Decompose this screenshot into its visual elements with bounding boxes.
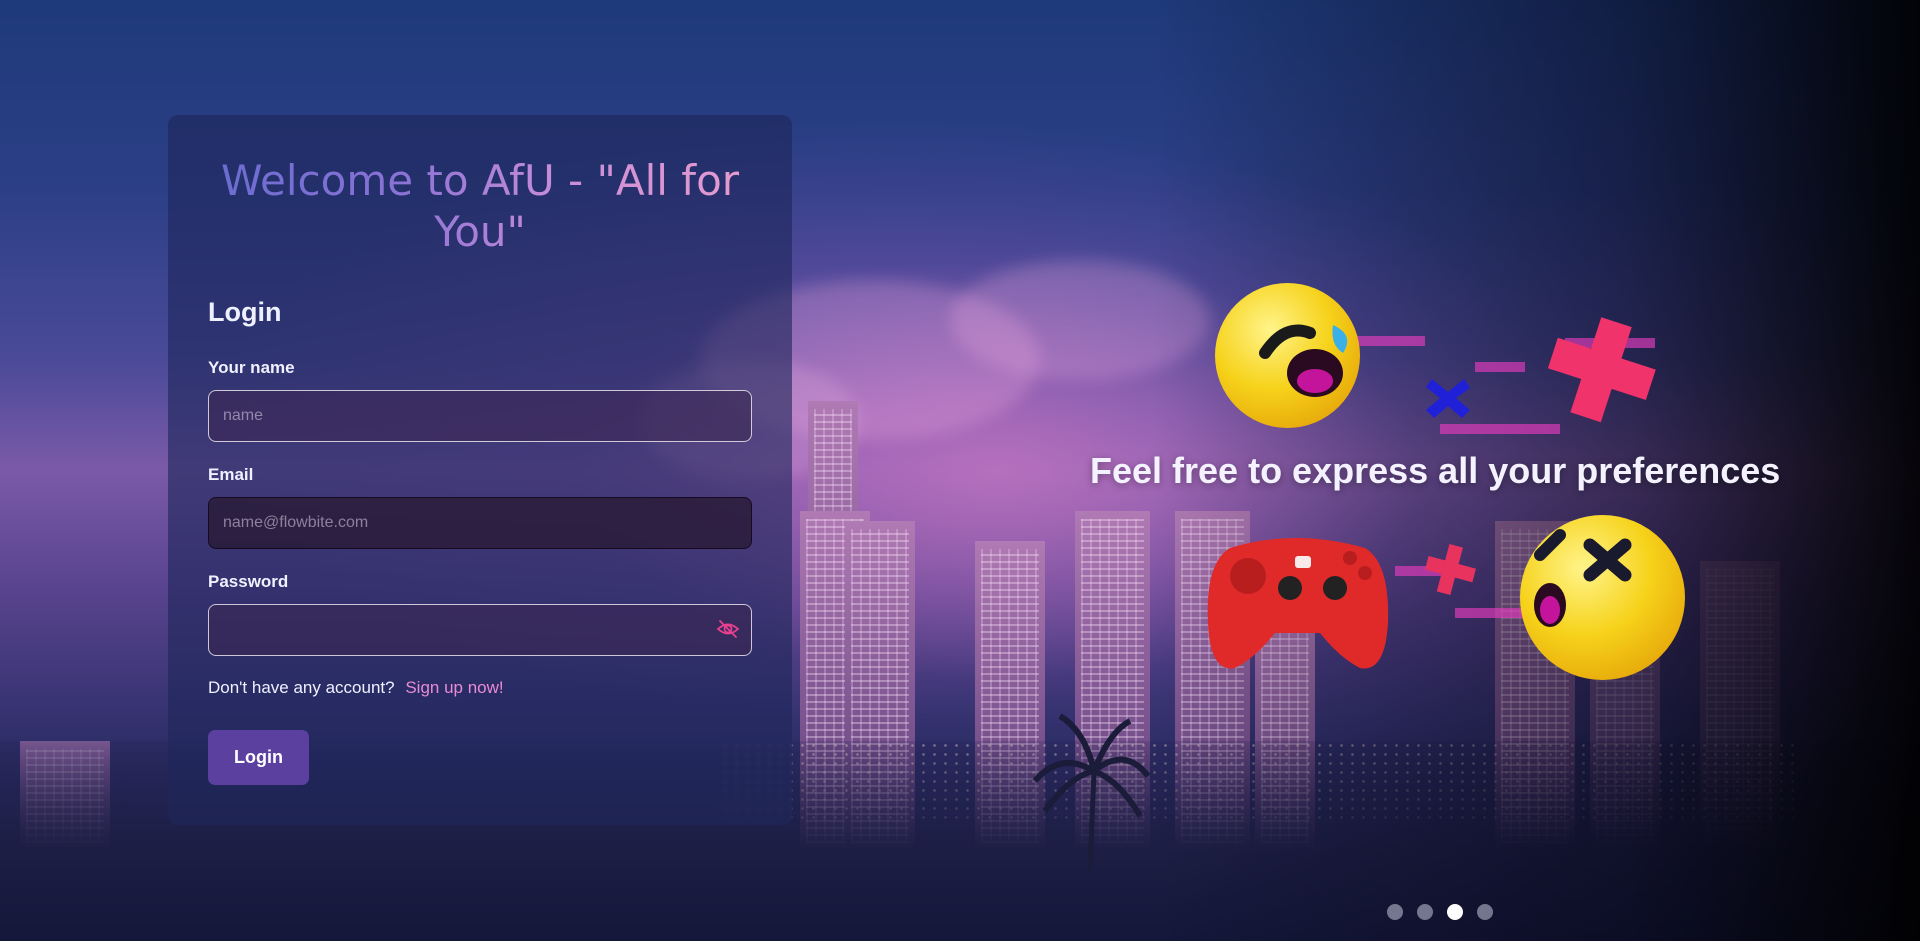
carousel-dot-1[interactable]	[1387, 904, 1403, 920]
signup-prompt: Don't have any account?	[208, 678, 395, 697]
carousel-dot-3-active[interactable]	[1447, 904, 1463, 920]
email-input[interactable]	[208, 497, 752, 549]
eye-slash-icon[interactable]	[716, 617, 740, 641]
login-button[interactable]: Login	[208, 730, 309, 785]
signup-link[interactable]: Sign up now!	[405, 678, 503, 697]
carousel-dot-4[interactable]	[1477, 904, 1493, 920]
carousel-slide-caption: Feel free to express all your preference…	[1090, 450, 1781, 491]
welcome-title: Welcome to AfU - "All for You"	[208, 155, 752, 257]
name-input[interactable]	[208, 390, 752, 442]
password-label: Password	[208, 572, 289, 591]
login-card: Welcome to AfU - "All for You" Login You…	[168, 115, 792, 825]
password-input[interactable]	[208, 604, 752, 656]
blue-x-icon	[1426, 379, 1470, 418]
palm-tree-silhouette	[1032, 713, 1150, 871]
email-label: Email	[208, 465, 254, 484]
crying-laughing-emoji-icon	[1215, 283, 1360, 428]
carousel-indicators	[1387, 904, 1493, 920]
small-pink-plus-icon	[1425, 544, 1476, 595]
pink-plus-icon	[1547, 317, 1656, 423]
carousel-dot-2[interactable]	[1417, 904, 1433, 920]
signup-row: Don't have any account? Sign up now!	[208, 678, 504, 698]
dizzy-face-emoji-icon	[1520, 515, 1685, 680]
name-label: Your name	[208, 358, 295, 377]
game-controller-icon	[1207, 538, 1389, 669]
login-heading: Login	[208, 297, 282, 327]
